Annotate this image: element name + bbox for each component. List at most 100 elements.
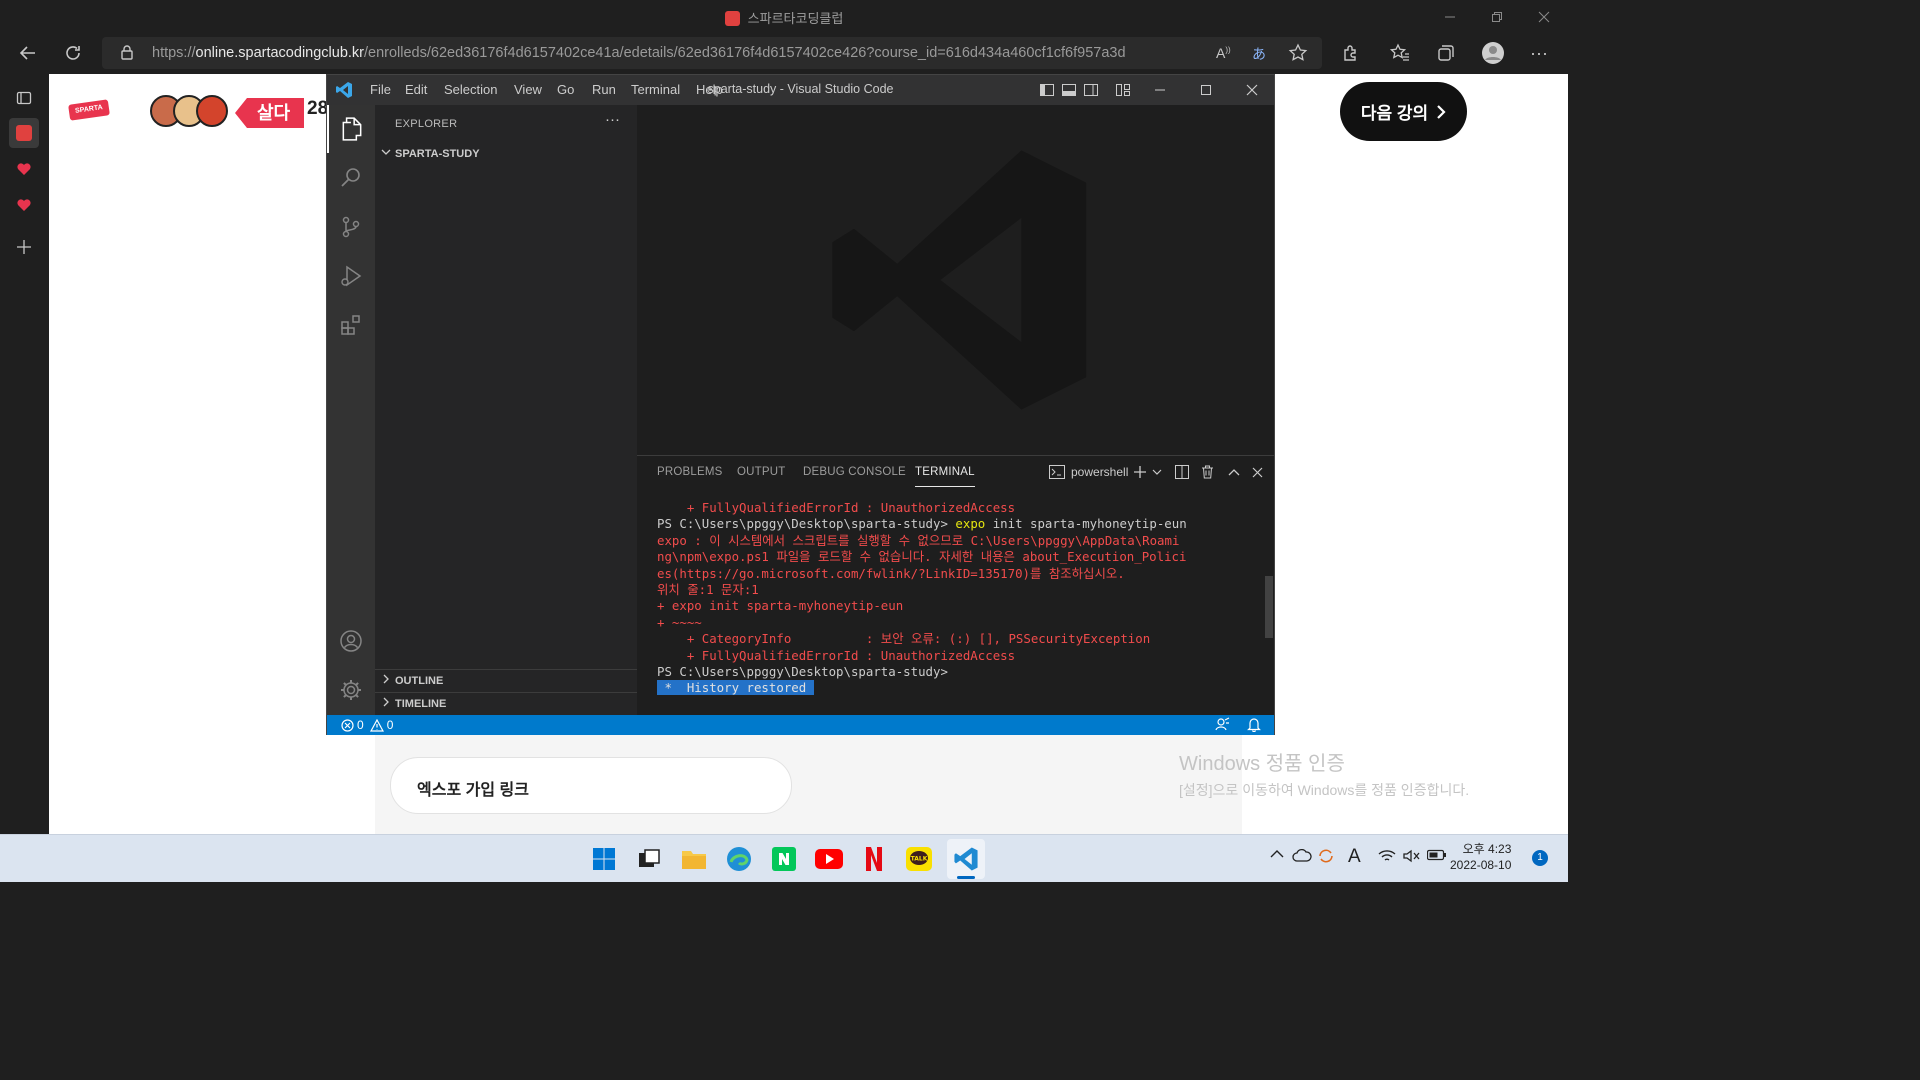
terminal-shell-selector[interactable]: powershell <box>1049 462 1128 482</box>
terminal-line: 위치 줄:1 문자:1 <box>657 582 759 598</box>
editor-area[interactable] <box>637 105 1274 455</box>
sparta-heart-tab-2[interactable] <box>9 190 39 220</box>
address-bar[interactable]: https://online.spartacodingclub.kr/enrol… <box>102 37 1322 69</box>
browser-toolbar: https://online.spartacodingclub.kr/enrol… <box>0 33 1568 74</box>
vscode-minimize-button[interactable] <box>1137 75 1183 105</box>
customize-layout-icon[interactable] <box>1112 75 1134 105</box>
explorer-more-actions[interactable]: ··· <box>605 111 620 128</box>
browser-title-bar: 스파르타코딩클럽 <box>0 0 1568 33</box>
new-tab-icon[interactable] <box>9 232 39 262</box>
edge-browser-icon[interactable] <box>723 843 755 875</box>
problems-status[interactable]: 0 0 <box>341 718 393 732</box>
notification-count-badge[interactable]: 1 <box>1532 850 1548 866</box>
explorer-icon[interactable] <box>327 105 375 153</box>
netflix-icon[interactable] <box>858 843 890 875</box>
notifications-bell-icon[interactable] <box>1247 717 1261 732</box>
vscode-window: File Edit Selection View Go Run Terminal… <box>326 74 1275 735</box>
profile-avatar[interactable] <box>1477 37 1509 69</box>
sparta-tab[interactable] <box>9 118 39 148</box>
tray-overflow-icon[interactable] <box>1270 849 1284 859</box>
terminal-line: + CategoryInfo : 보안 오류: (:) [], PSSecuri… <box>657 631 1151 647</box>
youtube-icon[interactable] <box>813 843 845 875</box>
vscode-taskbar-icon[interactable] <box>947 839 985 879</box>
search-icon[interactable] <box>327 154 375 202</box>
vscode-title-bar: File Edit Selection View Go Run Terminal… <box>327 75 1274 105</box>
sparta-heart-tab-1[interactable] <box>9 154 39 184</box>
chevron-down-icon[interactable] <box>1152 462 1162 482</box>
browser-restore-button[interactable] <box>1473 0 1521 33</box>
wifi-icon[interactable] <box>1378 849 1396 863</box>
windows-taskbar: TALK A 오후 4:23 2022-08-10 1 <box>0 834 1568 882</box>
tab-debug-console[interactable]: DEBUG CONSOLE <box>803 466 906 478</box>
folder-section-sparta-study[interactable]: SPARTA-STUDY <box>375 143 637 165</box>
browser-close-button[interactable] <box>1520 0 1568 33</box>
new-terminal-icon[interactable] <box>1133 462 1147 482</box>
outline-section[interactable]: OUTLINE <box>375 669 637 691</box>
explorer-header: EXPLORER <box>395 118 458 130</box>
kakaotalk-icon[interactable]: TALK <box>903 843 935 875</box>
more-menu-icon[interactable]: ··· <box>1523 37 1555 69</box>
toggle-secondary-sidebar-icon[interactable] <box>1080 75 1102 105</box>
sparta-favicon-icon <box>16 125 32 141</box>
terminal-icon <box>1049 465 1065 479</box>
activity-bar <box>327 105 375 715</box>
source-control-icon[interactable] <box>327 203 375 251</box>
vscode-close-button[interactable] <box>1229 75 1275 105</box>
chevron-right-icon <box>383 674 389 684</box>
naver-icon[interactable] <box>768 843 800 875</box>
active-indicator <box>957 876 975 879</box>
chevron-right-icon <box>1437 104 1446 119</box>
terminal-line: PS C:\Users\ppggy\Desktop\sparta-study> … <box>657 516 1187 532</box>
terminal-line: + FullyQualifiedErrorId : UnauthorizedAc… <box>657 647 1016 663</box>
sparta-favicon-icon <box>724 11 740 26</box>
ime-indicator[interactable]: A <box>1348 846 1361 868</box>
read-aloud-icon[interactable]: A)) <box>1216 45 1231 61</box>
tab-problems[interactable]: PROBLEMS <box>657 466 723 478</box>
chevron-right-icon <box>383 697 389 707</box>
terminal-output[interactable]: + FullyQualifiedErrorId : UnauthorizedAc… <box>657 500 1252 697</box>
volume-muted-icon[interactable] <box>1403 849 1421 863</box>
maximize-panel-icon[interactable] <box>1228 462 1240 482</box>
back-icon[interactable] <box>12 37 44 69</box>
system-clock[interactable]: 오후 4:23 2022-08-10 <box>1450 841 1511 873</box>
terminal-line: es(https://go.microsoft.com/fwlink/?Link… <box>657 565 1125 581</box>
run-debug-icon[interactable] <box>327 252 375 300</box>
url-text[interactable]: https://online.spartacodingclub.kr/enrol… <box>152 45 1126 61</box>
add-favorite-icon[interactable] <box>1288 43 1308 63</box>
vscode-watermark-icon <box>832 150 1087 410</box>
windows-activation-watermark: Windows 정품 인증 [설정]으로 이동하여 Windows를 정품 인증… <box>1179 753 1470 798</box>
browser-tab-title: 스파르타코딩클럽 <box>0 8 1568 27</box>
toggle-panel-icon[interactable] <box>1058 75 1080 105</box>
sync-icon[interactable] <box>1317 847 1335 865</box>
feedback-icon[interactable] <box>1215 717 1230 732</box>
extensions-icon[interactable] <box>1335 37 1367 69</box>
vertical-tab-strip <box>0 74 49 834</box>
sparta-logo[interactable]: SPARTA <box>68 99 110 121</box>
battery-icon[interactable] <box>1427 849 1447 861</box>
next-lesson-button[interactable]: 다음 강의 <box>1340 82 1467 141</box>
accounts-icon[interactable] <box>327 617 375 665</box>
timeline-section[interactable]: TIMELINE <box>375 692 637 714</box>
vscode-maximize-button[interactable] <box>1183 75 1229 105</box>
terminal-scrollbar[interactable] <box>1265 576 1273 638</box>
favorites-icon[interactable] <box>1384 37 1416 69</box>
browser-minimize-button[interactable] <box>1426 0 1474 33</box>
terminal-line: ng\npm\expo.ps1 파일을 로드할 수 없습니다. 자세한 내용은 … <box>657 549 1187 565</box>
settings-gear-icon[interactable] <box>327 666 375 714</box>
tab-actions-icon[interactable] <box>9 83 39 113</box>
windows-start-icon[interactable] <box>588 843 620 875</box>
split-terminal-icon[interactable] <box>1175 462 1189 482</box>
collections-icon[interactable] <box>1430 37 1462 69</box>
toggle-sidebar-icon[interactable] <box>1036 75 1058 105</box>
close-panel-icon[interactable] <box>1252 462 1263 482</box>
tab-terminal[interactable]: TERMINAL <box>915 466 975 487</box>
expo-signup-link[interactable]: 엑스포 가입 링크 <box>390 757 792 814</box>
refresh-icon[interactable] <box>57 37 89 69</box>
tab-output[interactable]: OUTPUT <box>737 466 785 478</box>
trash-icon[interactable] <box>1201 462 1214 482</box>
onedrive-icon[interactable] <box>1292 849 1312 862</box>
task-view-icon[interactable] <box>633 843 665 875</box>
translate-icon[interactable]: あ <box>1252 44 1266 64</box>
extensions-icon[interactable] <box>327 301 375 349</box>
file-explorer-icon[interactable] <box>678 843 710 875</box>
